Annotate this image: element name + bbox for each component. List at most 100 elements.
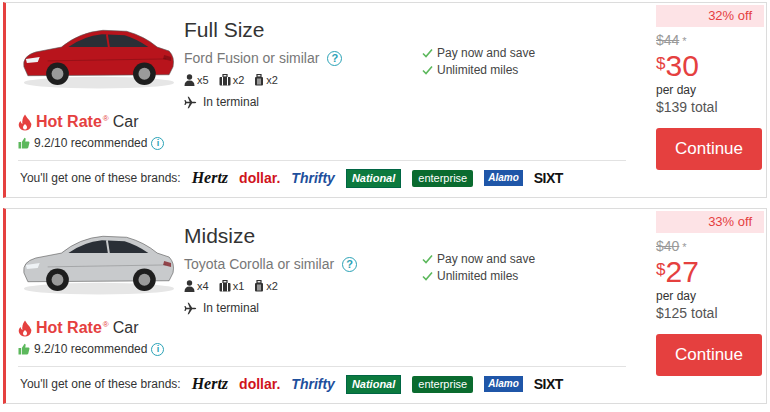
old-price-mark: *	[682, 35, 686, 47]
person-icon	[184, 280, 195, 292]
feature: Pay now and save	[422, 46, 535, 60]
car-model: Ford Fusion or similar?	[184, 50, 422, 66]
old-price-value: $44	[656, 32, 679, 48]
car-model-text: Ford Fusion or similar	[184, 50, 319, 66]
price: $30	[656, 49, 764, 83]
feature-text: Pay now and save	[437, 46, 535, 60]
check-icon	[422, 254, 433, 264]
info-icon[interactable]: i	[151, 137, 164, 150]
check-icon	[422, 271, 433, 281]
small-bag-count: x2	[266, 280, 278, 292]
price-unit: per day	[656, 83, 764, 97]
car-image[interactable]	[18, 219, 184, 303]
price-total: $139 total	[656, 99, 764, 115]
location-text: In terminal	[203, 95, 259, 109]
price-amount: 30	[665, 49, 698, 83]
large-bag-count: x2	[233, 74, 245, 86]
brand-row: You'll get one of these brands: Hertz doll…	[6, 161, 629, 197]
airplane-icon	[184, 302, 197, 315]
car-model: Toyota Corolla or similar?	[184, 256, 422, 272]
feature: Pay now and save	[422, 252, 535, 266]
brand-logo: Thrifty	[291, 377, 335, 391]
brand-logo: Thrifty	[291, 171, 335, 185]
pickup-location: In terminal	[184, 301, 422, 315]
help-icon[interactable]: ?	[342, 257, 357, 272]
price-currency: $	[656, 255, 665, 280]
car-specs: x5 x2 x2	[184, 74, 422, 86]
discount-badge: 33% off	[656, 211, 764, 233]
continue-button[interactable]: Continue	[656, 128, 762, 170]
old-price-mark: *	[682, 241, 686, 253]
brand-row: You'll get one of these brands: Hertz doll…	[6, 367, 629, 403]
continue-button[interactable]: Continue	[656, 334, 762, 376]
airplane-icon	[184, 96, 197, 109]
brand-logo: dollar.	[239, 377, 280, 391]
pickup-location: In terminal	[184, 95, 422, 109]
car-card: Hot Rate®Car9.2/10 recommendediMidsizeTo…	[3, 208, 767, 404]
features: Pay now and save Unlimited miles	[422, 209, 535, 366]
car-image-column: Hot Rate® Car 9.2/10 recommended i	[6, 3, 184, 160]
brand-logo: Alamo	[484, 376, 523, 392]
large-bags: x1	[219, 280, 245, 292]
bag-icon	[254, 74, 264, 86]
results-list: Hot Rate®Car9.2/10 recommendediFull Size…	[0, 0, 770, 404]
info-icon[interactable]: i	[151, 343, 164, 356]
feature-text: Pay now and save	[437, 252, 535, 266]
hot-rate-suffix: Car	[113, 113, 139, 131]
price-unit: per day	[656, 289, 764, 303]
help-icon[interactable]: ?	[327, 51, 342, 66]
car-details: Hot Rate®Car9.2/10 recommendediMidsizeTo…	[6, 209, 629, 403]
brand-logo: SIXT	[534, 171, 563, 185]
hot-rate-badge: Hot Rate® Car	[18, 113, 184, 131]
check-icon	[422, 65, 433, 75]
price-column: 32% off $44* $30per day $139 total Continue	[629, 3, 766, 197]
hot-rate-suffix: Car	[113, 319, 139, 337]
passenger-count: x4	[197, 280, 209, 292]
old-price-value: $40	[656, 238, 679, 254]
car-image-column: Hot Rate®Car 9.2/10 recommended i	[6, 209, 184, 366]
registered-mark: ®	[103, 114, 109, 123]
price: $27	[656, 255, 764, 289]
thumbs-up-icon	[18, 343, 30, 355]
bag-icon	[254, 280, 264, 292]
small-bags: x2	[254, 280, 278, 292]
car-summary: Hot Rate® Car 9.2/10 recommended i Full Size…	[6, 3, 629, 160]
feature: Unlimited miles	[422, 269, 535, 283]
car-category: Full Size	[184, 17, 422, 43]
brands-label: You'll get one of these brands:	[20, 171, 181, 185]
passenger-count: x5	[197, 74, 209, 86]
car-title-column: MidsizeToyota Corolla or similar?x4x1x2I…	[184, 209, 422, 366]
rating: 9.2/10 recommended i	[18, 342, 184, 356]
hot-rate-label: Hot Rate	[36, 319, 102, 337]
brand-logo: Hertz	[192, 170, 228, 186]
car-title-column: Full Size Ford Fusion or similar? x5 x2 x2 In…	[184, 3, 422, 160]
discount-badge: 32% off	[656, 5, 764, 27]
small-bags: x2	[254, 74, 278, 86]
feature-text: Unlimited miles	[437, 63, 518, 77]
suitcase-icon	[219, 280, 231, 292]
old-price: $40*	[656, 238, 764, 254]
features: Pay now and save Unlimited miles	[422, 3, 535, 160]
car-image[interactable]	[18, 13, 184, 97]
check-icon	[422, 48, 433, 58]
price-column: 33% off$40*$27per day$125 totalContinue	[629, 209, 766, 403]
brand-logo: dollar.	[239, 171, 280, 185]
price-currency: $	[656, 49, 665, 74]
brand-logo: National	[346, 375, 401, 394]
brands-label: You'll get one of these brands:	[20, 377, 181, 391]
brand-logo: Hertz	[192, 376, 228, 392]
hot-rate-label: Hot Rate	[36, 113, 102, 131]
person-icon	[184, 74, 195, 86]
car-model-text: Toyota Corolla or similar	[184, 256, 334, 272]
hot-rate-badge: Hot Rate®Car	[18, 319, 184, 337]
rating-text: 9.2/10 recommended	[34, 342, 147, 356]
passengers: x5	[184, 74, 209, 86]
rating: 9.2/10 recommended i	[18, 136, 184, 150]
flame-icon	[18, 114, 32, 131]
car-card: Hot Rate® Car 9.2/10 recommended i Full Size…	[3, 2, 767, 198]
passengers: x4	[184, 280, 209, 292]
brand-logo: enterprise	[412, 376, 473, 393]
car-specs: x4 x1 x2	[184, 280, 422, 292]
rating-text: 9.2/10 recommended	[34, 136, 147, 150]
brand-logo: Alamo	[484, 170, 523, 186]
